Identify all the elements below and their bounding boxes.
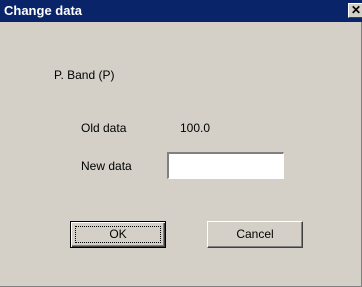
new-data-label: New data — [81, 159, 132, 173]
old-data-label: Old data — [81, 121, 127, 135]
close-icon[interactable]: ✕ — [348, 3, 362, 18]
change-data-dialog: Change data ✕ P. Band (P) Old data 100.0… — [0, 0, 362, 287]
parameter-name: P. Band (P) — [54, 68, 115, 82]
cancel-button[interactable]: Cancel — [207, 221, 303, 248]
cancel-button-label: Cancel — [236, 227, 274, 241]
ok-button[interactable]: OK — [70, 221, 166, 248]
old-data-value: 100.0 — [180, 121, 211, 135]
ok-button-label: OK — [109, 227, 127, 241]
window-title: Change data — [4, 3, 83, 18]
new-data-input[interactable] — [167, 152, 284, 179]
title-bar[interactable]: Change data ✕ — [0, 0, 362, 22]
